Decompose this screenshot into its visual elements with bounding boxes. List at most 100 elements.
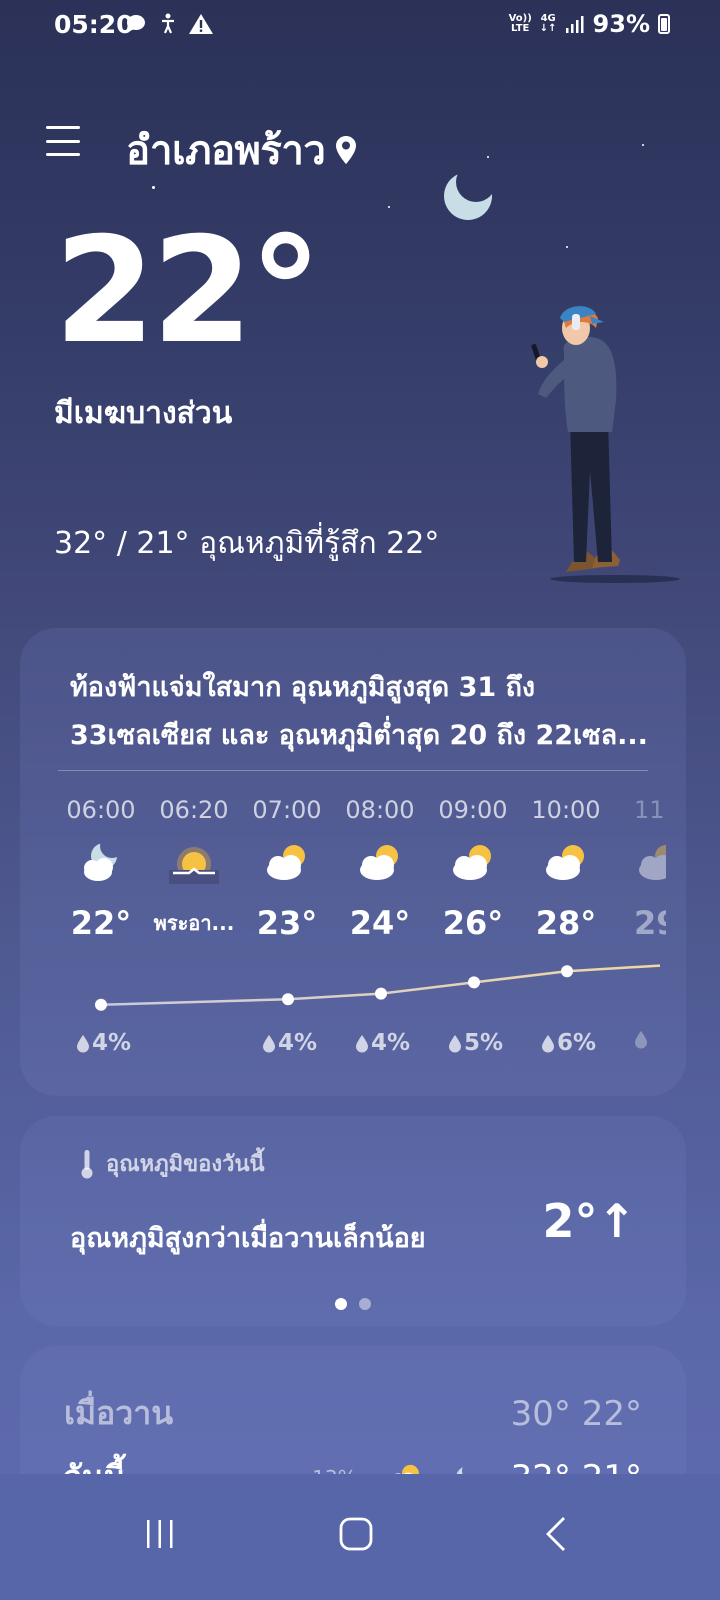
- precip-value: 6%: [557, 1030, 597, 1056]
- status-notification-icons: [124, 12, 214, 36]
- hilo-feels-like: 32° / 21° อุณหภูมิที่รู้สึก 22°: [54, 526, 440, 561]
- day-temperatures: 30° 22°: [510, 1393, 642, 1434]
- divider: [58, 770, 648, 771]
- page-indicator[interactable]: [20, 1298, 686, 1310]
- hour-time: 06:00: [66, 796, 136, 824]
- precip-value: 4%: [92, 1030, 132, 1056]
- today-temperature-card[interactable]: อุณหภูมิของวันนี้ อุณหภูมิสูงกว่าเมื่อวา…: [20, 1116, 686, 1326]
- sun-cloud-icon: [639, 845, 666, 880]
- hour-time: 06:20: [159, 796, 229, 824]
- volte-indicator: Vo)) LTE: [508, 13, 532, 34]
- menu-line: [46, 139, 80, 143]
- location-pin-icon: [336, 136, 357, 164]
- network-type: 4G ↓↑: [539, 13, 557, 34]
- hour-item-partial: 11:00 29°: [614, 796, 666, 942]
- menu-line: [46, 126, 80, 129]
- chat-bubble-icon: [127, 15, 145, 32]
- star-decoration: [388, 206, 390, 208]
- hour-item: 06:00 22°: [56, 796, 146, 942]
- location-header[interactable]: อำเภอพร้าว: [126, 118, 357, 182]
- sun-cloud-icon: [267, 845, 305, 880]
- raindrop-icon: [542, 1034, 554, 1052]
- precip-item-partial: [634, 1030, 648, 1049]
- precip-item: 4%: [262, 1030, 317, 1056]
- precip-item: 4%: [355, 1030, 410, 1056]
- back-button[interactable]: [526, 1504, 586, 1564]
- day-name: เมื่อวาน: [64, 1394, 174, 1432]
- signal-icon: [565, 16, 584, 33]
- precip-value: 4%: [278, 1030, 318, 1056]
- hour-temperature: 29°: [634, 904, 666, 942]
- back-icon: [546, 1517, 565, 1551]
- recent-apps-button[interactable]: [130, 1504, 190, 1564]
- menu-line: [46, 153, 80, 156]
- hour-item: 08:00 24°: [335, 796, 425, 942]
- home-button[interactable]: [326, 1504, 386, 1564]
- trend-point: [468, 976, 480, 989]
- hour-time: 10:00: [531, 796, 601, 824]
- home-icon: [339, 1517, 373, 1551]
- today-comparison-text: อุณหภูมิสูงกว่าเมื่อวานเล็กน้อย: [70, 1223, 426, 1254]
- trend-point: [95, 998, 107, 1011]
- hour-item: 06:20 พระอา...: [149, 796, 239, 942]
- battery-icon: [658, 14, 670, 34]
- raindrop-icon: [449, 1034, 461, 1052]
- current-temperature: 22°: [54, 206, 322, 376]
- sun-cloud-icon: [453, 845, 491, 880]
- warning-icon: [189, 14, 213, 34]
- star-decoration: [152, 186, 155, 189]
- status-right-icons: Vo)) LTE 4G ↓↑ 93%: [509, 10, 670, 38]
- today-temperature-diff: 2°↑: [542, 1194, 636, 1248]
- hour-temperature: 22°: [70, 904, 132, 942]
- navigation-bar: [0, 1474, 720, 1600]
- precip-value: 5%: [464, 1030, 504, 1056]
- menu-button[interactable]: [46, 124, 80, 158]
- precip-item: 5%: [448, 1030, 503, 1056]
- sun-cloud-icon: [360, 845, 398, 880]
- hour-time: 08:00: [345, 796, 415, 824]
- temperature-trend-chart: [95, 964, 661, 1011]
- forecast-summary: ท้องฟ้าแจ่มใสมาก อุณหภูมิสูงสุด 31 ถึง 3…: [70, 672, 648, 751]
- hour-item: 10:00 28°: [521, 796, 611, 942]
- moon-icon: [444, 172, 492, 220]
- hour-item: 09:00 26°: [428, 796, 518, 942]
- page-dot-active[interactable]: [335, 1298, 347, 1310]
- moon-cloud-icon: [84, 843, 117, 881]
- location-name: อำเภอพร้าว: [126, 128, 326, 174]
- accessibility-icon: [162, 13, 174, 34]
- hour-temperature: 23°: [256, 904, 318, 942]
- status-bar: 05:20 Vo)) LTE 4G ↓↑ 93%: [0, 0, 720, 52]
- hour-temperature: 26°: [442, 904, 504, 942]
- star-decoration: [566, 246, 568, 248]
- sunrise-icon: [169, 847, 219, 884]
- day-row-yesterday: เมื่อวาน 30° 22°: [64, 1388, 642, 1439]
- raindrop-icon: [263, 1034, 275, 1052]
- thermometer-icon: [81, 1149, 93, 1178]
- hour-temperature: 28°: [535, 904, 597, 942]
- hour-time: 07:00: [252, 796, 322, 824]
- hour-temperature: 24°: [349, 904, 411, 942]
- star-decoration: [642, 144, 644, 146]
- raindrop-icon: [356, 1034, 368, 1052]
- precip-item: 6%: [541, 1030, 596, 1056]
- hour-time: 09:00: [438, 796, 508, 824]
- recent-apps-icon: [147, 1520, 173, 1548]
- precip-value: 4%: [371, 1030, 411, 1056]
- precip-item: 4%: [76, 1030, 131, 1056]
- person-illustration: [531, 306, 680, 583]
- status-time: 05:20: [54, 10, 134, 39]
- trend-point: [282, 993, 294, 1006]
- trend-point: [561, 965, 573, 978]
- today-card-title: อุณหภูมิของวันนี้: [106, 1152, 265, 1177]
- hour-item: 07:00 23°: [242, 796, 332, 942]
- today-card-header: อุณหภูมิของวันนี้: [80, 1146, 265, 1181]
- sun-cloud-icon: [546, 845, 584, 880]
- page-dot[interactable]: [359, 1298, 371, 1310]
- current-condition: มีเมฆบางส่วน: [54, 396, 233, 431]
- raindrop-icon: [77, 1034, 89, 1052]
- star-decoration: [487, 156, 489, 158]
- raindrop-icon: [635, 1031, 647, 1049]
- trend-point: [375, 987, 387, 1000]
- battery-percentage: 93%: [592, 10, 650, 38]
- hour-time: 11:00: [634, 796, 666, 824]
